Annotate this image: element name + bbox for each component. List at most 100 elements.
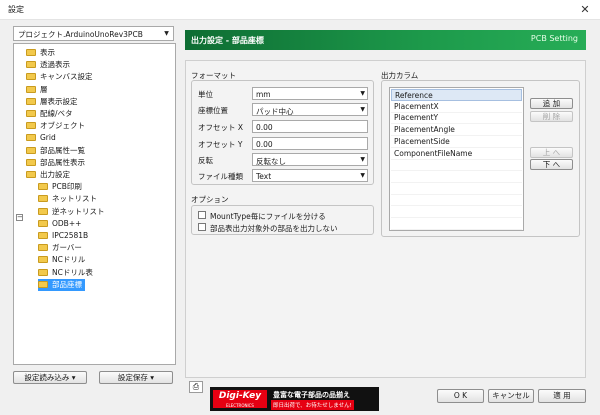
ok-button[interactable]: O K (437, 389, 484, 403)
tree-item-label: Grid (40, 133, 56, 143)
folder-icon (38, 232, 48, 239)
tree-item-label: 出力設定 (40, 170, 70, 179)
coord-position-label: 座標位置 (198, 106, 228, 115)
tree-item-label: キャンバス設定 (40, 72, 93, 82)
chevron-down-icon[interactable]: ▼ (160, 27, 173, 40)
folder-icon (26, 49, 36, 56)
tree-item-label: NCドリル (52, 255, 86, 265)
settings-window: 設定 ✕ プロジェクト.ArduinoUnoRev3PCB ▼ − 表示透過表示… (0, 0, 600, 415)
tree-item-selected[interactable]: 部品座標 (38, 278, 85, 291)
tree-item[interactable]: NCドリル (38, 254, 85, 266)
coord-position-select[interactable]: パッド中心 ▼ (252, 103, 368, 116)
tree-item-label: 部品属性表示 (40, 157, 85, 167)
column-list-item[interactable] (391, 183, 522, 195)
tree-item[interactable]: ODB++ (38, 218, 81, 230)
column-list-item[interactable] (391, 218, 522, 230)
offset-y-value: 0.00 (256, 139, 273, 149)
tree-item[interactable]: 層 (26, 84, 48, 96)
tree-item[interactable]: 透過表示 (26, 59, 70, 71)
digikey-ad-banner[interactable]: Digi-Key ELECTRONICS 豊富な電子部品の品揃え 即日出荷で、お… (210, 387, 379, 411)
chevron-down-icon[interactable]: ▼ (360, 170, 365, 181)
tree-item-label: IPC2581B (52, 231, 89, 240)
remove-column-button[interactable]: 削 除 (530, 111, 573, 122)
filetype-label: ファイル種類 (198, 172, 243, 181)
settings-tree[interactable]: − 表示透過表示 キャンバス設定層層表示設定配線/ベタオブジェクト Grid 部品属性… (13, 43, 176, 365)
column-list-item[interactable] (391, 206, 522, 218)
folder-icon (26, 61, 36, 69)
folder-icon (26, 73, 36, 81)
exclude-non-bom-checkbox[interactable] (198, 223, 206, 231)
chevron-down-icon[interactable]: ▼ (360, 154, 365, 165)
tree-item[interactable]: NCドリル表 (38, 267, 93, 279)
column-list-item[interactable]: Reference (391, 89, 522, 101)
tree-item-label: 層表示設定 (40, 96, 78, 106)
tree-item[interactable]: 配線/ベタ (26, 108, 73, 120)
tree-item[interactable]: PCB印刷 (38, 181, 82, 193)
tree-item[interactable]: キャンバス設定 (26, 71, 93, 83)
split-by-mounttype-checkbox[interactable] (198, 211, 206, 219)
folder-icon (38, 195, 48, 203)
project-select[interactable]: プロジェクト.ArduinoUnoRev3PCB ▼ (13, 26, 174, 41)
ad-line-2: 即日出荷で、お待たせしません! (271, 400, 354, 410)
column-list-item[interactable]: PlacementAngle (391, 124, 522, 137)
filetype-select[interactable]: Text ▼ (252, 169, 368, 182)
chevron-down-icon[interactable]: ▼ (360, 88, 365, 99)
folder-icon (38, 183, 48, 191)
project-select-value: プロジェクト.ArduinoUnoRev3PCB (18, 30, 143, 39)
exclude-non-bom-label: 部品表出力対象外の部品を出力しない (210, 224, 338, 233)
move-up-button[interactable]: 上 へ (530, 147, 573, 158)
tree-item[interactable]: IPC2581B (38, 230, 88, 242)
unit-label: 単位 (198, 90, 213, 99)
save-settings-button[interactable]: 設定保存 ▾ (99, 371, 173, 384)
ad-line-1: 豊富な電子部品の品揃え (273, 391, 350, 399)
chevron-down-icon[interactable]: ▼ (360, 104, 365, 115)
section-tag: PCB Setting (530, 34, 578, 43)
section-title: 出力設定 - 部品座標 (191, 36, 264, 45)
column-list-item[interactable] (391, 194, 522, 207)
offset-x-field[interactable]: 0.00 (252, 120, 368, 133)
tree-item[interactable]: 層表示設定 (26, 96, 78, 108)
section-header: 出力設定 - 部品座標 PCB Setting (185, 30, 586, 50)
close-icon[interactable]: ✕ (574, 2, 596, 17)
column-list-item[interactable]: ComponentFileName (391, 148, 522, 160)
printer-icon[interactable]: ⎙ (189, 381, 203, 393)
title-bar: 設定 ✕ (0, 0, 600, 20)
unit-select[interactable]: mm ▼ (252, 87, 368, 100)
column-list-item[interactable]: PlacementY (391, 112, 522, 125)
offset-x-value: 0.00 (256, 122, 273, 132)
add-column-button[interactable]: 追 加 (530, 98, 573, 109)
tree-item[interactable]: 逆ネットリスト (38, 206, 105, 218)
tree-item[interactable]: Grid (26, 132, 56, 144)
tree-item[interactable]: 部品属性一覧 (26, 145, 85, 157)
tree-item[interactable]: ネットリスト (38, 193, 97, 205)
tree-item[interactable]: 表示 (26, 47, 55, 59)
column-list-item[interactable]: PlacementSide (391, 136, 522, 148)
folder-icon (38, 244, 48, 252)
tree-item-label: オブジェクト (40, 121, 85, 131)
tree-item-label: 層 (40, 84, 48, 94)
offset-y-field[interactable]: 0.00 (252, 137, 368, 150)
apply-button[interactable]: 適 用 (538, 389, 586, 403)
tree-item-label: ガーバー (52, 243, 82, 253)
cancel-button[interactable]: キャンセル (488, 389, 534, 403)
move-down-button[interactable]: 下 へ (530, 159, 573, 170)
column-list-item[interactable] (391, 159, 522, 172)
columns-list[interactable]: Reference PlacementX PlacementY PlacementAn… (389, 87, 524, 231)
flip-select[interactable]: 反転なし ▼ (252, 153, 368, 166)
collapse-toggle-icon[interactable]: − (16, 214, 23, 221)
column-list-item[interactable]: PlacementX (391, 101, 522, 113)
flip-label: 反転 (198, 156, 213, 165)
tree-item[interactable]: オブジェクト (26, 120, 85, 132)
folder-icon (26, 146, 36, 154)
tree-item[interactable]: 出力設定 (26, 169, 70, 181)
tree-item-label: 配線/ベタ (40, 109, 73, 118)
tree-item[interactable]: ガーバー (38, 242, 82, 254)
tree-item-label: NCドリル表 (52, 267, 93, 277)
folder-icon (26, 110, 36, 117)
folder-icon (26, 97, 36, 105)
load-settings-button[interactable]: 設定読み込み ▾ (13, 371, 87, 384)
column-list-item[interactable] (391, 171, 522, 183)
tree-item[interactable]: 部品属性表示 (26, 157, 85, 169)
folder-icon (26, 171, 36, 178)
tree-item-label: 表示 (40, 48, 55, 57)
